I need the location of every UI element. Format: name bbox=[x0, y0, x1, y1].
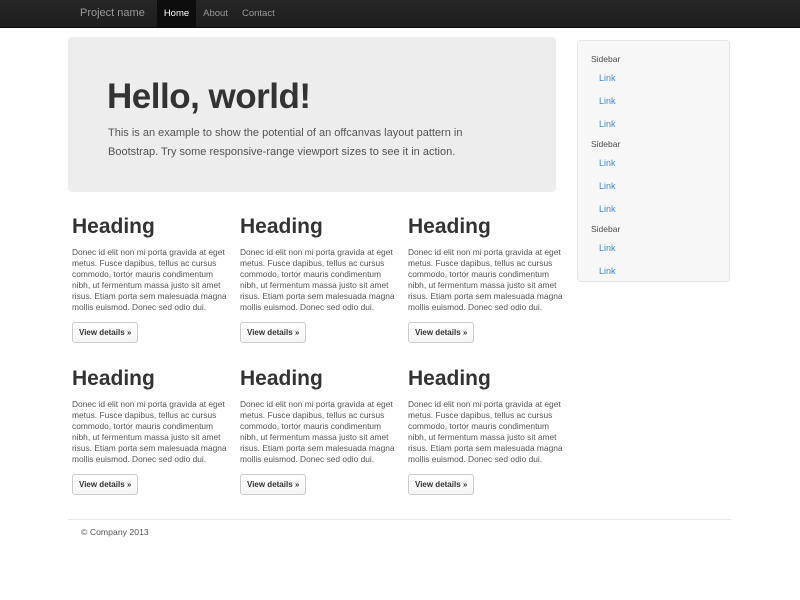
view-details-button[interactable]: View details » bbox=[240, 322, 306, 343]
cards-row-1: Heading Donec id elit non mi porta gravi… bbox=[72, 215, 577, 343]
sidebar-group-header: Sidebar bbox=[578, 221, 729, 237]
sidebar-link[interactable]: Link bbox=[578, 113, 729, 136]
card-body-text: Donec id elit non mi porta gravida at eg… bbox=[240, 247, 401, 313]
nav-item-about[interactable]: About bbox=[196, 0, 235, 27]
sidebar-link[interactable]: Link bbox=[578, 90, 729, 113]
sidebar-group-header: Sidebar bbox=[578, 136, 729, 152]
top-navbar: Project name Home About Contact bbox=[0, 0, 800, 28]
nav-item-home[interactable]: Home bbox=[157, 0, 196, 27]
sidebar-nav: Sidebar Link Link Link Sidebar Link Link… bbox=[577, 40, 730, 282]
card-body-text: Donec id elit non mi porta gravida at eg… bbox=[72, 247, 233, 313]
sidebar-link[interactable]: Link bbox=[578, 67, 729, 90]
view-details-button[interactable]: View details » bbox=[240, 474, 306, 495]
jumbotron-subtitle: This is an example to show the potential… bbox=[108, 124, 506, 161]
brand-title[interactable]: Project name bbox=[68, 0, 157, 27]
sidebar-link[interactable]: Link bbox=[578, 237, 729, 260]
card-heading: Heading bbox=[408, 367, 576, 391]
content-card: Heading Donec id elit non mi porta gravi… bbox=[72, 215, 240, 343]
content-card: Heading Donec id elit non mi porta gravi… bbox=[240, 367, 408, 495]
content-card: Heading Donec id elit non mi porta gravi… bbox=[240, 215, 408, 343]
cards-row-2: Heading Donec id elit non mi porta gravi… bbox=[72, 367, 577, 495]
sidebar-link[interactable]: Link bbox=[578, 198, 729, 221]
card-heading: Heading bbox=[72, 215, 240, 239]
card-heading: Heading bbox=[240, 215, 408, 239]
footer-divider bbox=[68, 519, 731, 520]
card-body-text: Donec id elit non mi porta gravida at eg… bbox=[408, 247, 569, 313]
content-card: Heading Donec id elit non mi porta gravi… bbox=[408, 215, 576, 343]
nav-item-contact[interactable]: Contact bbox=[235, 0, 282, 27]
sidebar-link[interactable]: Link bbox=[578, 152, 729, 175]
view-details-button[interactable]: View details » bbox=[408, 474, 474, 495]
sidebar-group-header: Sidebar bbox=[578, 51, 729, 67]
card-body-text: Donec id elit non mi porta gravida at eg… bbox=[72, 399, 233, 465]
navbar-inner: Project name Home About Contact bbox=[68, 0, 282, 27]
view-details-button[interactable]: View details » bbox=[408, 322, 474, 343]
sidebar-link[interactable]: Link bbox=[578, 175, 729, 198]
footer-copyright: © Company 2013 bbox=[81, 527, 149, 537]
page-title: Hello, world! bbox=[107, 78, 516, 116]
content-card: Heading Donec id elit non mi porta gravi… bbox=[72, 367, 240, 495]
view-details-button[interactable]: View details » bbox=[72, 322, 138, 343]
card-body-text: Donec id elit non mi porta gravida at eg… bbox=[240, 399, 401, 465]
jumbotron: Hello, world! This is an example to show… bbox=[68, 37, 556, 192]
sidebar-link[interactable]: Link bbox=[578, 260, 729, 283]
card-heading: Heading bbox=[72, 367, 240, 391]
card-heading: Heading bbox=[240, 367, 408, 391]
card-body-text: Donec id elit non mi porta gravida at eg… bbox=[408, 399, 569, 465]
content-card: Heading Donec id elit non mi porta gravi… bbox=[408, 367, 576, 495]
view-details-button[interactable]: View details » bbox=[72, 474, 138, 495]
card-heading: Heading bbox=[408, 215, 576, 239]
